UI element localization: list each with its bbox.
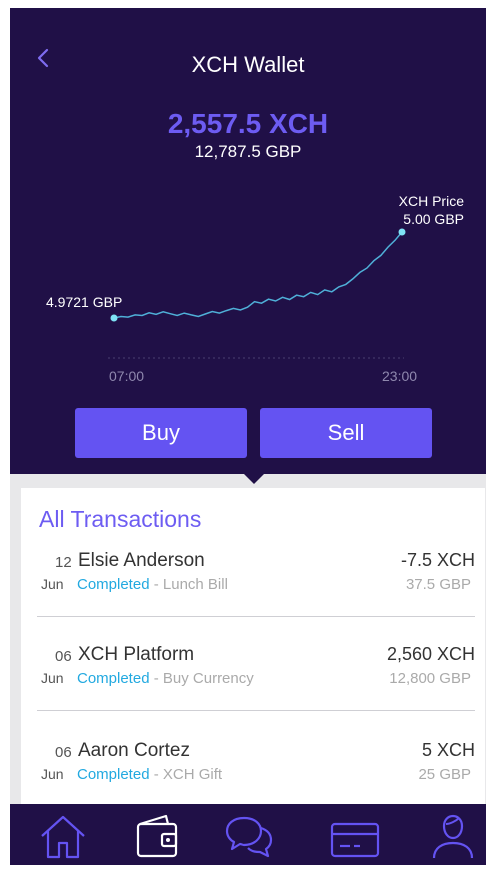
transactions-title: All Transactions bbox=[39, 506, 202, 532]
price-line-series bbox=[113, 231, 403, 319]
status-text: Completed bbox=[77, 576, 150, 593]
transaction-amount: 2,560 XCH bbox=[386, 644, 475, 664]
profile-icon[interactable] bbox=[428, 812, 478, 860]
transaction-status: Completed - Lunch Bill bbox=[77, 576, 228, 593]
chart-price-title: XCH Price bbox=[398, 193, 464, 209]
transaction-row[interactable]: 06 Jun XCH Platform Completed - Buy Curr… bbox=[21, 644, 485, 718]
transaction-amount-gbp: 12,800 GBP bbox=[389, 670, 471, 687]
section-pointer bbox=[243, 473, 265, 484]
bottom-nav bbox=[10, 804, 486, 865]
wallet-icon[interactable] bbox=[132, 812, 182, 860]
transaction-month: Jun bbox=[41, 670, 64, 686]
chat-icon[interactable] bbox=[224, 812, 274, 860]
home-icon[interactable] bbox=[38, 812, 88, 860]
transactions-card: All Transactions 12 Jun Elsie Anderson C… bbox=[21, 488, 485, 804]
end-point bbox=[398, 228, 406, 236]
transaction-row[interactable]: 06 Jun Aaron Cortez Completed - XCH Gift… bbox=[21, 740, 485, 804]
transaction-amount: -7.5 XCH bbox=[400, 550, 475, 570]
transaction-name: Elsie Anderson bbox=[78, 550, 205, 571]
status-text: Completed bbox=[77, 670, 150, 687]
page-title: XCH Wallet bbox=[191, 52, 305, 77]
wallet-screen: XCH Wallet 2,557.5 XCH 12,787.5 GBP 4.97… bbox=[10, 8, 486, 865]
card-icon[interactable] bbox=[330, 812, 380, 860]
chart-price-label: XCH Price 5.00 GBP bbox=[374, 192, 464, 228]
transaction-amount-gbp: 37.5 GBP bbox=[405, 576, 471, 593]
transaction-description: - Lunch Bill bbox=[153, 576, 228, 593]
transaction-status: Completed - Buy Currency bbox=[77, 670, 254, 687]
chart-price-value: 5.00 GBP bbox=[403, 211, 464, 227]
transaction-amount: 5 XCH bbox=[421, 740, 475, 760]
status-text: Completed bbox=[77, 766, 150, 783]
chart-start-label: 4.9721 GBP bbox=[46, 294, 123, 310]
transaction-month: Jun bbox=[41, 576, 64, 592]
transaction-description: - XCH Gift bbox=[153, 766, 223, 783]
transaction-day: 06 bbox=[55, 744, 72, 761]
transaction-day: 06 bbox=[55, 648, 72, 665]
start-point bbox=[110, 314, 118, 322]
balance-amount: 2,557.5 XCH bbox=[167, 108, 329, 139]
transaction-month: Jun bbox=[41, 766, 64, 782]
transaction-amount-gbp: 25 GBP bbox=[418, 766, 471, 783]
sell-button[interactable]: Sell bbox=[260, 408, 432, 458]
transaction-status: Completed - XCH Gift bbox=[77, 766, 222, 783]
wallet-header: XCH Wallet 2,557.5 XCH 12,787.5 GBP 4.97… bbox=[10, 8, 486, 474]
row-divider bbox=[37, 710, 475, 711]
row-divider bbox=[37, 616, 475, 617]
x-tick-end: 23:00 bbox=[382, 368, 418, 384]
transaction-name: Aaron Cortez bbox=[78, 740, 190, 761]
x-tick-start: 07:00 bbox=[109, 368, 145, 384]
balance-gbp: 12,787.5 GBP bbox=[194, 142, 302, 161]
transaction-description: - Buy Currency bbox=[153, 670, 254, 687]
transaction-day: 12 bbox=[55, 554, 72, 571]
transaction-row[interactable]: 12 Jun Elsie Anderson Completed - Lunch … bbox=[21, 550, 485, 624]
buy-button[interactable]: Buy bbox=[75, 408, 247, 458]
transaction-name: XCH Platform bbox=[78, 644, 195, 665]
